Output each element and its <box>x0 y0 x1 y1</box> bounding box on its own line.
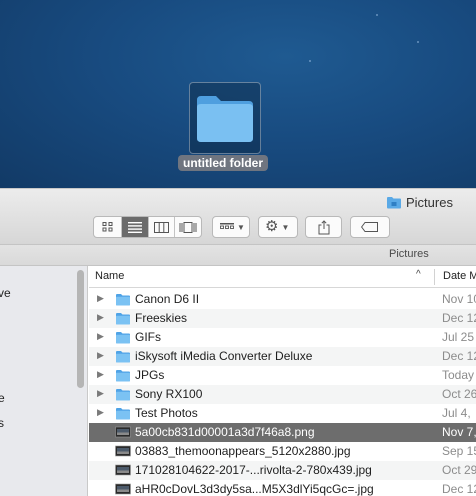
sort-chevron-icon: ^ <box>416 269 421 280</box>
file-row[interactable]: ▶ Freeskies Dec 12 <box>89 309 476 328</box>
file-name: Freeskies <box>135 311 188 325</box>
file-row[interactable]: 5a00cb831d00001a3d7f46a8.png Nov 7, <box>89 423 476 442</box>
file-date: Dec 12 <box>442 311 476 325</box>
file-name: iSkysoft iMedia Converter Deluxe <box>135 349 313 363</box>
finder-window: Pictures ▼ ⚙ ▼ Pictures e Name ^ Date M … <box>0 188 476 496</box>
file-date: Oct 29 <box>442 463 476 477</box>
icon-view-button[interactable] <box>94 217 122 237</box>
file-row[interactable]: aHR0cDovL3d3dy5sa...M5X3dlYi5qcGc=.jpg De… <box>89 480 476 496</box>
name-column-header[interactable]: Name <box>95 270 124 282</box>
star <box>309 60 311 62</box>
file-row[interactable]: ▶ iSkysoft iMedia Converter Deluxe Dec 12 <box>89 347 476 366</box>
image-file-icon <box>115 483 131 496</box>
disclosure-triangle-icon[interactable]: ▶ <box>97 331 104 342</box>
disclosure-triangle-icon[interactable]: ▶ <box>97 293 104 304</box>
column-divider[interactable] <box>434 269 435 285</box>
sidebar-item[interactable]: e <box>0 391 5 405</box>
file-name: 5a00cb831d00001a3d7f46a8.png <box>135 425 315 439</box>
disclosure-triangle-icon[interactable]: ▶ <box>97 388 104 399</box>
file-name: Sony RX100 <box>135 387 203 401</box>
file-row[interactable]: ▶ Test Photos Jul 4, <box>89 404 476 423</box>
file-name: Test Photos <box>135 406 198 420</box>
list-header: Name ^ Date M <box>89 266 476 288</box>
disclosure-triangle-icon[interactable]: ▶ <box>97 407 104 418</box>
chevron-down-icon: ▼ <box>237 222 245 232</box>
file-row[interactable]: 171028104622-2017-...rivolta-2-780x439.j… <box>89 461 476 480</box>
file-row[interactable]: 03883_themoonappears_5120x2880.jpg Sep 15 <box>89 442 476 461</box>
share-button[interactable] <box>305 216 342 238</box>
folder-icon <box>115 350 131 366</box>
pictures-folder-icon <box>387 196 401 208</box>
path-bar: Pictures <box>0 244 476 266</box>
image-file-icon <box>115 426 131 441</box>
disclosure-triangle-icon[interactable]: ▶ <box>97 350 104 361</box>
file-name: GIFs <box>135 330 161 344</box>
disclosure-triangle-icon[interactable]: ▶ <box>97 312 104 323</box>
file-row[interactable]: ▶ Canon D6 II Nov 10 <box>89 290 476 309</box>
file-date: Oct 26 <box>442 387 476 401</box>
cover-flow-button[interactable] <box>175 217 201 237</box>
share-icon <box>318 219 329 234</box>
file-date: Today <box>442 368 475 382</box>
list-icon <box>128 221 142 233</box>
list-view-button[interactable] <box>122 217 149 237</box>
arrange-grid-icon <box>220 222 234 229</box>
tag-icon <box>361 222 378 232</box>
file-name: 03883_themoonappears_5120x2880.jpg <box>135 444 351 458</box>
desktop: untitled folder <box>0 0 476 188</box>
file-name: JPGs <box>135 368 165 382</box>
arrange-button[interactable]: ▼ <box>212 216 250 238</box>
desktop-folder-label[interactable]: untitled folder <box>178 155 268 171</box>
column-view-button[interactable] <box>149 217 175 237</box>
file-row[interactable]: ▶ JPGs Today <box>89 366 476 385</box>
disclosure-triangle-icon[interactable]: ▶ <box>97 369 104 380</box>
gear-icon: ⚙ <box>265 218 279 235</box>
file-list: Name ^ Date M ▶ Canon D6 II Nov 10 ▶ Freeski… <box>89 266 476 496</box>
folder-icon <box>115 293 131 309</box>
file-row[interactable]: ▶ GIFs Jul 25 <box>89 328 476 347</box>
folder-icon <box>115 312 131 328</box>
sidebar: ve e s <box>0 266 88 496</box>
file-date: Dec 12 <box>442 482 476 496</box>
grid-icon <box>102 222 112 232</box>
file-date: Jul 25 <box>442 330 475 344</box>
file-date: Dec 12 <box>442 349 476 363</box>
file-date: Nov 10 <box>442 292 476 306</box>
star <box>376 14 378 16</box>
folder-icon <box>115 407 131 423</box>
sidebar-item[interactable]: s <box>0 416 4 430</box>
view-mode-control[interactable] <box>93 216 202 238</box>
file-name: aHR0cDovL3d3dy5sa...M5X3dlYi5qcGc=.jpg <box>135 482 374 496</box>
file-row[interactable]: ▶ Sony RX100 Oct 26 <box>89 385 476 404</box>
file-date: Nov 7, <box>442 425 476 439</box>
sidebar-item[interactable]: ve <box>0 286 11 300</box>
columns-icon <box>154 221 169 233</box>
title-bar: Pictures ▼ ⚙ ▼ <box>0 188 476 245</box>
cover-flow-icon <box>179 221 197 233</box>
file-name: 171028104622-2017-...rivolta-2-780x439.j… <box>135 463 372 477</box>
sidebar-scrollbar[interactable] <box>77 270 84 388</box>
window-title: Pictures <box>386 193 453 211</box>
file-name: Canon D6 II <box>135 292 200 306</box>
folder-icon <box>115 331 131 347</box>
action-button[interactable]: ⚙ ▼ <box>258 216 298 238</box>
desktop-folder-icon[interactable] <box>189 82 261 154</box>
folder-icon <box>115 369 131 385</box>
folder-icon <box>115 388 131 404</box>
date-column-header[interactable]: Date M <box>443 270 476 282</box>
chevron-down-icon: ▼ <box>281 222 290 232</box>
tags-button[interactable] <box>350 216 390 238</box>
path-label: Pictures <box>389 248 429 260</box>
star <box>417 41 419 43</box>
image-file-icon <box>115 464 131 479</box>
file-date: Sep 15 <box>442 444 476 458</box>
window-title-text: Pictures <box>406 194 453 210</box>
image-file-icon <box>115 445 131 460</box>
file-date: Jul 4, <box>442 406 471 420</box>
